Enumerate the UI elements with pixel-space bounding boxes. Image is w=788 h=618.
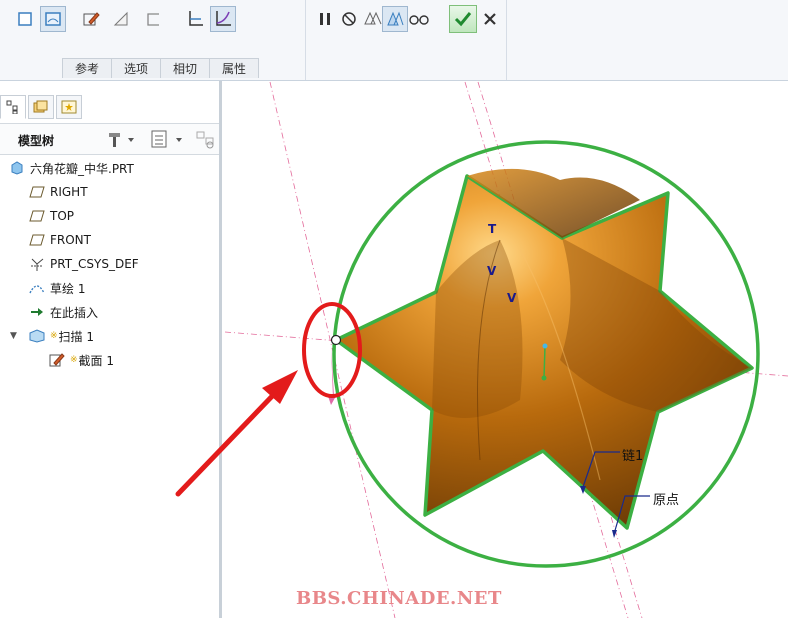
chain-label[interactable]: 链1: [622, 445, 643, 464]
start-point-marker[interactable]: [330, 334, 342, 346]
dimension-t-label[interactable]: T: [488, 222, 496, 236]
red-pointer-arrow-icon: [175, 370, 298, 497]
sweep-surface[interactable]: [334, 168, 754, 530]
dimension-v-label[interactable]: V: [487, 264, 496, 278]
graphics-window[interactable]: [0, 0, 788, 618]
watermark: BBS.CHINADE.NET: [296, 588, 502, 609]
origin-label[interactable]: 原点: [653, 489, 679, 508]
dimension-v-label[interactable]: V: [507, 291, 516, 305]
